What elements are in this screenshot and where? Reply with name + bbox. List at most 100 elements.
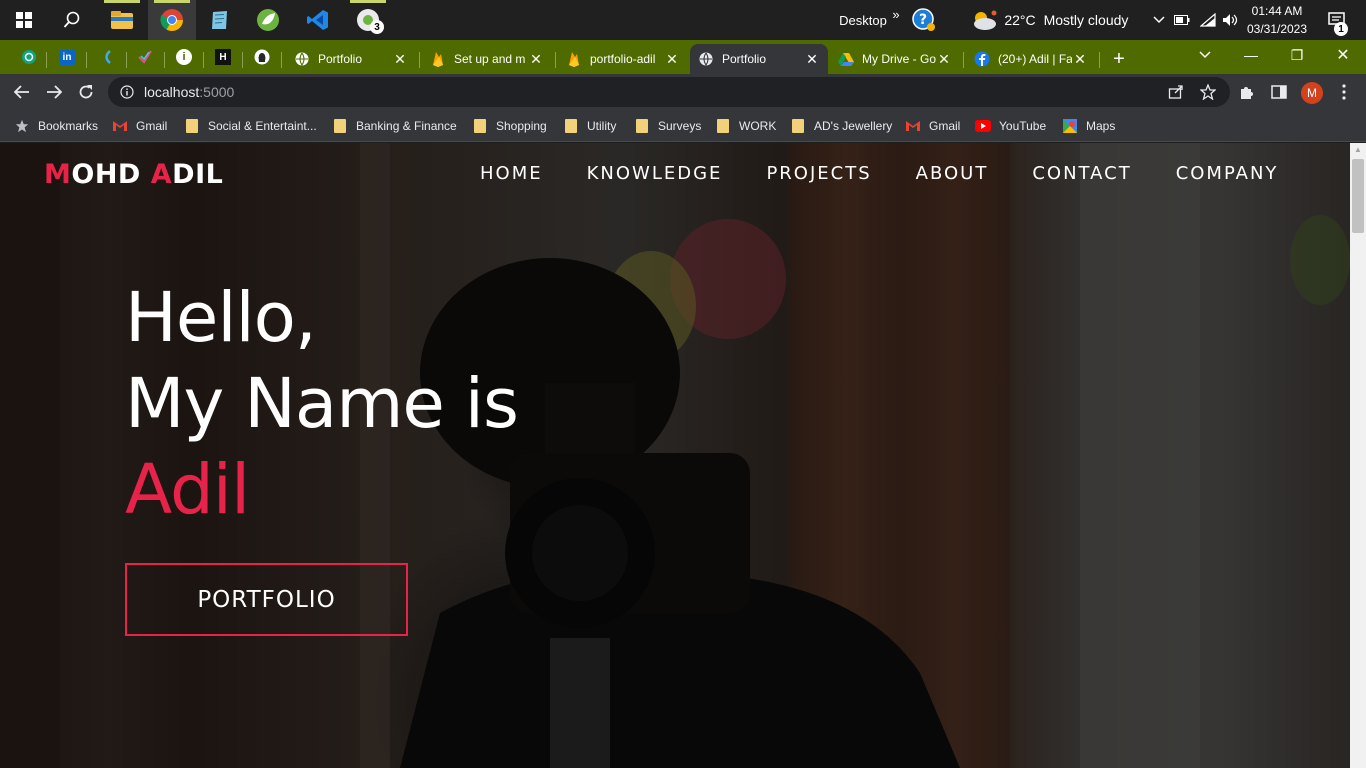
tab-firebase-setup[interactable]: Set up and m ✕ [422, 44, 552, 74]
nav-contact[interactable]: CONTACT [1032, 163, 1131, 184]
page-scrollbar[interactable]: ▲ [1350, 143, 1366, 768]
minimize-button[interactable]: — [1228, 40, 1274, 70]
bookmark-folder-work[interactable]: WORK [715, 116, 776, 136]
vscode-icon[interactable] [294, 0, 342, 40]
bookmark-folder-banking[interactable]: Banking & Finance [332, 116, 457, 136]
pinned-tab-checkmark[interactable] [130, 44, 160, 70]
bookmark-youtube[interactable]: YouTube [975, 116, 1046, 136]
bookmark-folder-utility[interactable]: Utility [563, 116, 616, 136]
bookmark-label: Bookmarks [38, 119, 99, 133]
tab-separator [46, 52, 47, 68]
scroll-thumb[interactable] [1352, 159, 1364, 233]
search-icon[interactable] [48, 0, 96, 40]
forward-button[interactable] [39, 77, 69, 107]
tab-portfolio-1[interactable]: Portfolio ✕ [286, 44, 416, 74]
tab-facebook[interactable]: (20+) Adil | Fa ✕ [966, 44, 1096, 74]
arrow-right-icon [47, 85, 62, 99]
folder-icon [184, 118, 200, 134]
nav-home[interactable]: HOME [480, 163, 543, 184]
tab-close-icon[interactable]: ✕ [392, 51, 408, 68]
profile-avatar[interactable]: M [1301, 82, 1323, 104]
folder-icon [563, 118, 579, 134]
address-bar[interactable]: localhost:5000 [108, 77, 1230, 107]
file-explorer-icon[interactable] [98, 0, 146, 40]
tab-google-drive[interactable]: My Drive - Go ✕ [830, 44, 960, 74]
tab-firebase-portfolio[interactable]: portfolio-adil ✕ [558, 44, 688, 74]
bookmark-folder-surveys[interactable]: Surveys [634, 116, 701, 136]
bookmark-label: Gmail [929, 119, 961, 133]
pinned-tab-hackerearth[interactable]: H [208, 44, 238, 70]
tab-title: My Drive - Go [862, 52, 936, 66]
weather-condition[interactable]: Mostly cloudy [1040, 0, 1132, 40]
menu-kebab-icon[interactable] [1329, 77, 1359, 107]
chrome-profile-icon[interactable]: 3 [344, 0, 392, 40]
tab-close-icon[interactable]: ✕ [664, 51, 680, 68]
tab-close-icon[interactable]: ✕ [1072, 51, 1088, 68]
bookmark-maps[interactable]: Maps [1062, 116, 1115, 136]
notification-icon[interactable]: 1 [1320, 0, 1354, 40]
extensions-icon[interactable] [1232, 77, 1262, 107]
reload-button[interactable] [71, 77, 101, 107]
tab-search-icon[interactable] [1182, 40, 1228, 70]
bookmark-label: YouTube [999, 119, 1047, 133]
site-logo[interactable]: MOHD ADIL [44, 159, 223, 190]
tab-title: Portfolio [722, 52, 767, 66]
new-tab-button[interactable]: + [1104, 44, 1134, 74]
share-icon[interactable] [1161, 77, 1191, 107]
bookmark-gmail[interactable]: Gmail [112, 116, 167, 136]
web-page-viewport: MOHD ADIL HOME KNOWLEDGE PROJECTS ABOUT … [0, 143, 1366, 768]
help-icon[interactable]: ? [910, 0, 938, 40]
wifi-icon[interactable] [1198, 0, 1218, 40]
side-panel-icon[interactable] [1264, 77, 1294, 107]
hackerearth-icon: H [215, 49, 231, 65]
pinned-tab-linkedin[interactable]: in [52, 44, 82, 70]
close-window-button[interactable]: ✕ [1320, 40, 1366, 70]
desktop-toolbar-label[interactable]: Desktop [836, 0, 890, 40]
bookmark-star-icon[interactable] [1193, 77, 1223, 107]
nav-projects[interactable]: PROJECTS [766, 163, 871, 184]
tab-portfolio-active[interactable]: Portfolio ✕ [690, 44, 828, 74]
windows-start-icon[interactable] [0, 0, 48, 40]
tab-close-icon[interactable]: ✕ [528, 51, 544, 68]
bookmark-label: Gmail [136, 119, 168, 133]
bookmark-gmail-2[interactable]: Gmail [905, 116, 960, 136]
openai-icon [22, 50, 36, 64]
toolbar-chevron[interactable]: » [888, 0, 904, 34]
chevron-up-tray-icon[interactable] [1150, 0, 1168, 40]
site-info-icon[interactable] [120, 85, 134, 99]
facebook-icon [974, 51, 990, 67]
pinned-tab-info[interactable]: i [169, 44, 199, 70]
logo-ohd: OHD [71, 159, 151, 190]
portfolio-button[interactable]: PORTFOLIO [125, 563, 408, 636]
back-button[interactable] [7, 77, 37, 107]
weather-cloudy-icon[interactable] [968, 0, 1000, 40]
bookmark-folder-shopping[interactable]: Shopping [472, 116, 547, 136]
scroll-up-arrow-icon[interactable]: ▲ [1350, 145, 1366, 157]
bookmark-label: Banking & Finance [356, 119, 457, 133]
nav-about[interactable]: ABOUT [916, 163, 989, 184]
bookmark-label: Shopping [496, 119, 547, 133]
spring-tool-icon[interactable] [244, 0, 292, 40]
hackerrank-icon [105, 50, 111, 64]
battery-icon[interactable] [1172, 0, 1192, 40]
bookmark-bookmarks[interactable]: Bookmarks [14, 116, 98, 136]
notepad-icon[interactable] [196, 0, 244, 40]
weather-temp[interactable]: 22°C [1002, 0, 1038, 40]
nav-company[interactable]: COMPANY [1176, 163, 1279, 184]
tab-close-icon[interactable]: ✕ [936, 51, 952, 68]
volume-icon[interactable] [1220, 0, 1242, 40]
bookmark-label: Maps [1086, 119, 1116, 133]
pinned-tab-github[interactable] [247, 44, 277, 70]
maximize-button[interactable]: ❐ [1274, 40, 1320, 70]
google-drive-icon [838, 51, 854, 67]
bookmark-folder-jewellery[interactable]: AD's Jewellery [790, 116, 892, 136]
pinned-tab-openai[interactable] [14, 44, 44, 70]
chrome-icon[interactable] [148, 0, 196, 40]
logo-dil: DIL [172, 159, 224, 190]
nav-knowledge[interactable]: KNOWLEDGE [587, 163, 723, 184]
pinned-tab-hackerrank[interactable] [92, 44, 122, 70]
svg-text:?: ? [919, 12, 927, 28]
tab-close-icon[interactable]: ✕ [804, 51, 820, 68]
bookmark-folder-social[interactable]: Social & Entertaint... [184, 116, 317, 136]
browser-toolbar: localhost:5000 M [0, 74, 1366, 110]
